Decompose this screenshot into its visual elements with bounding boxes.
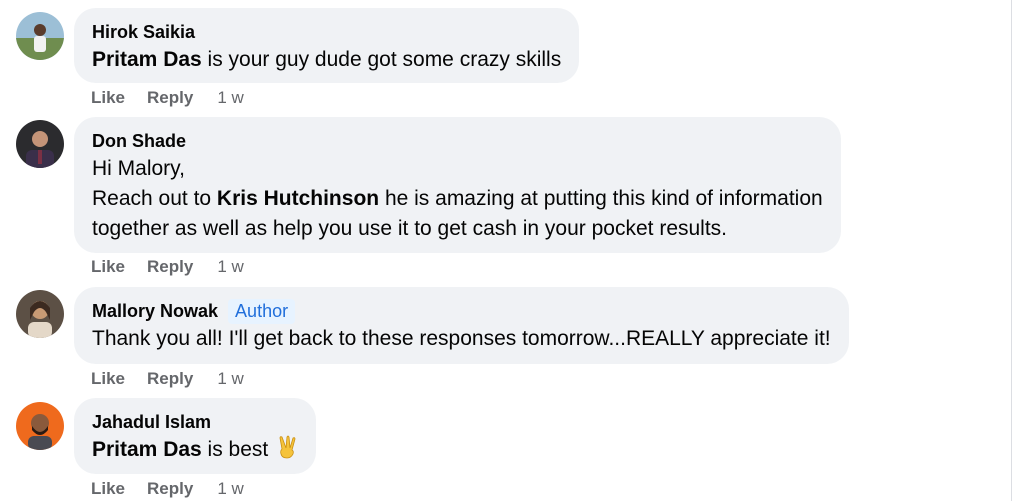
comment-author[interactable]: Mallory Nowak	[92, 301, 218, 322]
like-button[interactable]: Like	[91, 88, 125, 108]
comment-timestamp[interactable]: 1 w	[217, 88, 243, 108]
avatar[interactable]	[16, 120, 64, 168]
comment-timestamp[interactable]: 1 w	[217, 257, 243, 277]
comment-text: Pritam Das is best	[92, 435, 298, 468]
avatar[interactable]	[16, 290, 64, 338]
comment-bubble: Don Shade Hi Malory, Reach out to Kris H…	[74, 117, 841, 253]
comment-text-line: together as well as help you use it to g…	[92, 217, 728, 240]
comment-author[interactable]: Don Shade	[92, 131, 186, 152]
reply-button[interactable]: Reply	[147, 88, 193, 108]
comment-bubble: Mallory Nowak Author Thank you all! I'll…	[74, 287, 849, 364]
avatar[interactable]	[16, 12, 64, 60]
like-button[interactable]: Like	[91, 369, 125, 389]
comment-actions: Like Reply 1 w	[91, 256, 244, 278]
like-button[interactable]: Like	[91, 257, 125, 277]
mention-link[interactable]: Pritam Das	[92, 48, 202, 71]
author-badge: Author	[228, 298, 296, 324]
mention-link[interactable]: Pritam Das	[92, 438, 202, 461]
comment-author[interactable]: Jahadul Islam	[92, 412, 211, 433]
comment-text: Pritam Das is your guy dude got some cra…	[92, 48, 562, 71]
comment-text-line: Reach out to Kris Hutchinson he is amazi…	[92, 187, 823, 210]
comment-author[interactable]: Hirok Saikia	[92, 22, 195, 43]
comment-actions: Like Reply 1 w	[91, 87, 244, 109]
comment-bubble: Jahadul Islam Pritam Das is best	[74, 398, 317, 474]
reply-button[interactable]: Reply	[147, 257, 193, 277]
mention-link[interactable]: Kris Hutchinson	[217, 187, 379, 210]
comment-timestamp[interactable]: 1 w	[217, 369, 243, 389]
comment-text: Thank you all! I'll get back to these re…	[92, 327, 831, 350]
comment-text-line: Hi Malory,	[92, 157, 185, 180]
reply-button[interactable]: Reply	[147, 369, 193, 389]
comment-timestamp[interactable]: 1 w	[217, 479, 243, 499]
victory-hand-icon	[278, 435, 298, 468]
like-button[interactable]: Like	[91, 479, 125, 499]
reply-button[interactable]: Reply	[147, 479, 193, 499]
comment-actions: Like Reply 1 w	[91, 478, 244, 500]
scrollbar-track[interactable]	[1011, 0, 1026, 501]
comment-bubble: Hirok Saikia Pritam Das is your guy dude…	[74, 8, 580, 83]
comment-actions: Like Reply 1 w	[91, 368, 244, 390]
avatar[interactable]	[16, 402, 64, 450]
